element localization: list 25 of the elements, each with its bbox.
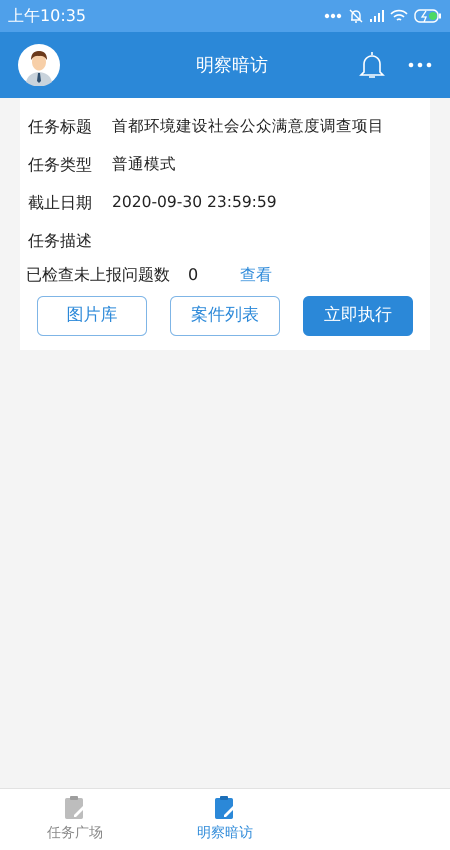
action-button[interactable]: 案件列表	[170, 296, 280, 336]
view-link[interactable]: 查看	[240, 263, 272, 287]
more-icon	[324, 13, 342, 19]
field-label: 截止日期	[28, 192, 93, 214]
wifi-icon	[390, 9, 408, 23]
tab[interactable]: 任务广场	[0, 789, 150, 850]
field-label: 任务标题	[28, 116, 93, 138]
avatar-icon[interactable]	[18, 44, 60, 86]
bell-icon[interactable]	[358, 50, 386, 80]
field-value: 2020-09-30 23:59:59	[112, 192, 277, 214]
status-time: 上午10:35	[8, 5, 86, 27]
action-button[interactable]: 立即执行	[303, 296, 413, 336]
unreported-count: 0	[188, 264, 198, 286]
tab[interactable]: 明察暗访	[150, 789, 300, 850]
field-value: 普通模式	[112, 154, 176, 176]
signal-icon	[370, 10, 384, 22]
more-icon[interactable]	[408, 62, 432, 68]
field-label: 任务描述	[28, 230, 93, 252]
action-button[interactable]: 图片库	[37, 296, 147, 336]
header-title: 明察暗访	[195, 54, 269, 78]
battery-icon	[414, 9, 442, 23]
field-label: 任务类型	[28, 154, 93, 176]
field-value: 首都环境建设社会公众满意度调查项目	[112, 116, 384, 138]
muted-bell-icon	[348, 8, 364, 24]
unreported-label: 已检查未上报问题数	[26, 264, 170, 286]
